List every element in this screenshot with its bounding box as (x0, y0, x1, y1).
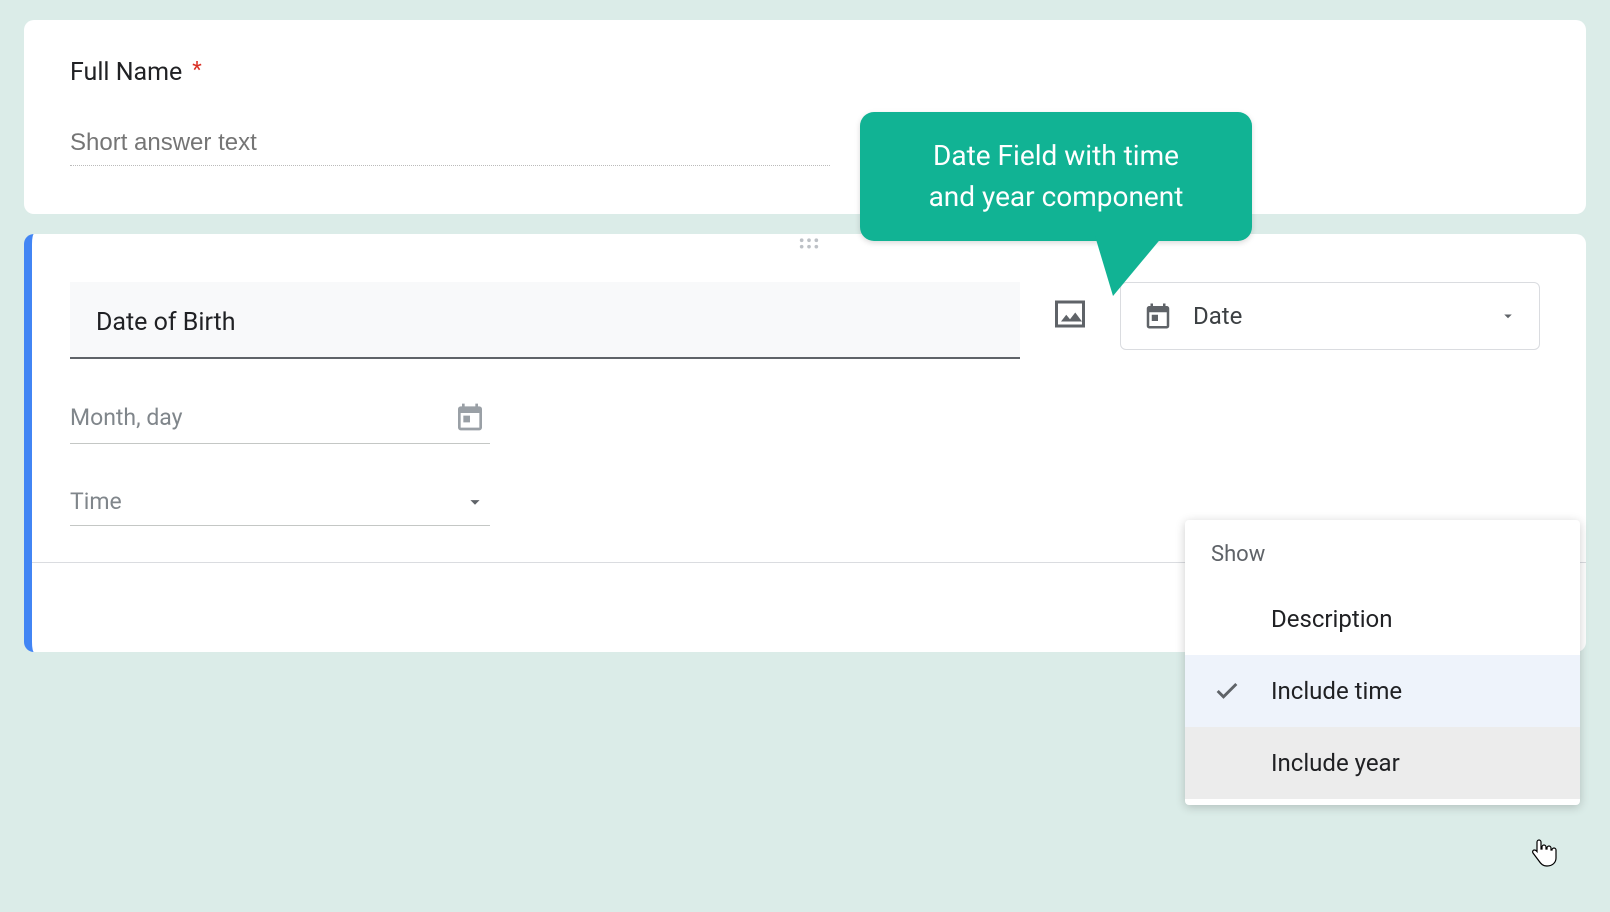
menu-item-description[interactable]: Description (1185, 583, 1580, 655)
add-image-button[interactable] (1044, 282, 1096, 335)
options-menu: Show Description Include time Include ye… (1185, 520, 1580, 805)
time-placeholder: Time (70, 488, 122, 515)
question-card-fullname: Full Name * (24, 20, 1586, 214)
callout-line2: and year component (900, 177, 1212, 218)
date-placeholder: Month, day (70, 404, 183, 431)
check-icon (1213, 677, 1241, 705)
calendar-icon (454, 401, 486, 433)
date-input-preview[interactable]: Month, day (70, 393, 490, 444)
calendar-icon (1143, 301, 1173, 331)
cursor-icon (1530, 838, 1558, 868)
annotation-callout: Date Field with time and year component (860, 112, 1252, 241)
question-title-input[interactable] (70, 282, 1020, 359)
menu-section-header: Show (1185, 542, 1580, 583)
question-title-row: Full Name * (70, 58, 1540, 87)
time-input-preview[interactable]: Time (70, 480, 490, 526)
menu-item-include-year[interactable]: Include year (1185, 727, 1580, 799)
menu-item-label: Include time (1271, 677, 1402, 705)
callout-line1: Date Field with time (900, 136, 1212, 177)
question-type-label: Date (1193, 302, 1242, 330)
menu-item-label: Description (1271, 605, 1393, 633)
chevron-down-icon (464, 491, 486, 513)
question-title: Full Name (70, 58, 182, 87)
drag-handle-icon[interactable] (32, 234, 1586, 254)
image-icon (1052, 296, 1088, 332)
date-preview-fields: Month, day Time (70, 393, 490, 526)
menu-item-label: Include year (1271, 749, 1400, 777)
menu-item-include-time[interactable]: Include time (1185, 655, 1580, 727)
check-slot (1211, 677, 1243, 705)
short-answer-input[interactable] (70, 129, 830, 166)
required-asterisk: * (192, 58, 201, 83)
chevron-down-icon (1499, 307, 1517, 325)
question-type-dropdown[interactable]: Date (1120, 282, 1540, 350)
